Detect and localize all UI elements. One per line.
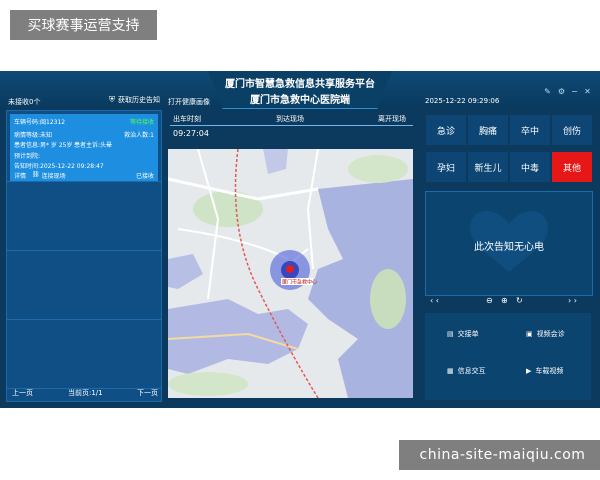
map-canvas: 厦门市急救中心 [168,149,413,398]
next-icon[interactable]: › › [568,296,577,305]
prev-page-button[interactable]: 上一页 [12,388,33,398]
handover-label: 交接单 [457,330,479,338]
leave-label: 离开现场 [378,115,406,123]
prev-icon[interactable]: ‹ ‹ [430,296,439,305]
depart-label: 出车时刻 [173,115,201,123]
zoom-out-icon[interactable]: ⊖ [486,296,493,305]
close-icon[interactable]: ✕ [583,87,592,96]
card-notify-time: 告知时间:2025-12-22 09:28:47 [14,163,104,170]
watermark-bottom: china-site-maiqiu.com [399,440,600,470]
video-consult-button[interactable]: ▣ 视频会诊 [526,329,565,339]
next-page-button[interactable]: 下一页 [137,388,158,398]
datetime: 2025-12-22 09:29:06 [425,97,500,105]
watermark-top: 买球赛事运营支持 [10,10,157,40]
card-severity: 病情等级:未知 [14,132,53,139]
message-icon: ▦ [447,367,454,375]
document-icon: ▤ [447,330,454,338]
health-profile-button[interactable]: 打开健康画像 [168,97,210,107]
shield-icon: ⛨ [109,95,115,104]
card-patient: 患者信息:男* 岁 25岁 [14,142,73,149]
refresh-icon[interactable]: ↻ [516,296,523,305]
card-count: 救治人数:1 [124,132,154,139]
info-exchange-label: 信息交互 [457,367,486,375]
category-button[interactable]: 急诊 [426,115,466,145]
card-received: 已接收 [135,173,154,180]
card-detail-link[interactable]: 详情 [14,171,26,180]
settings-icon[interactable]: ⚙ [557,87,566,96]
category-button[interactable]: 创伤 [552,115,592,145]
status-badge: 等待接收 [129,119,154,126]
connect-scene-button[interactable]: ⛓ 连接现场 [32,171,66,180]
page-subtitle: 厦门市急救中心医院端 [250,95,350,106]
page-indicator: 当前页:1/1 [68,389,103,397]
ecg-panel: 此次告知无心电 [425,191,593,296]
edit-icon[interactable]: ✎ [543,87,552,96]
card-plate: 车辆号码:闽12312 [14,119,66,126]
map-marker-label: 厦门市急救中心 [282,279,317,286]
notification-list: 车辆号码:闽12312 等待接收 病情等级:未知 救治人数:1 患者信息:男* … [6,110,162,402]
handover-button[interactable]: ▤ 交接单 [447,329,479,339]
zoom-in-icon[interactable]: ⊕ [501,296,508,305]
category-button[interactable]: 卒中 [510,115,550,145]
divider [7,250,161,251]
title-box: 厦门市智慧急救信息共享服务平台 厦门市急救中心医院端 [208,71,392,109]
link-icon: ⛓ [32,171,40,178]
category-grid: 急诊 胸痛 卒中 创伤孕妇 新生儿 中毒 其他 [424,111,592,186]
pending-count: 未接收0个 [8,98,41,106]
ecg-controls: ‹ ‹ ⊖ ⊕ ↻ › › [425,296,591,308]
timeline-header: 出车时刻 到达现场 离开现场 [170,111,413,126]
category-button[interactable]: 孕妇 [426,152,466,182]
category-button[interactable]: 胸痛 [468,115,508,145]
card-chief-complaint: 患者主诉:头晕 [74,142,113,149]
category-button[interactable]: 其他 [552,152,592,182]
map-view[interactable]: 厦门市急救中心 [168,149,413,398]
app-window: 厦门市智慧急救信息共享服务平台 厦门市急救中心医院端 未接收0个 ⛨ 获取历史告… [0,71,600,408]
ecg-message: 此次告知无心电 [474,242,544,253]
vehicle-video-label: 车载视频 [535,367,564,375]
history-label: 获取历史告知 [118,96,160,104]
depart-time: 09:27:04 [173,129,209,138]
page-title: 厦门市智慧急救信息共享服务平台 [225,79,375,90]
action-panel: ▤ 交接单 ▣ 视频会诊 ▦ 信息交互 ▶ 车载视频 [425,313,591,400]
history-button[interactable]: ⛨ 获取历史告知 [109,95,160,105]
video-icon: ▣ [526,330,533,338]
category-button[interactable]: 中毒 [510,152,550,182]
header: 厦门市智慧急救信息共享服务平台 厦门市急救中心医院端 未接收0个 ⛨ 获取历史告… [0,71,600,109]
video-consult-label: 视频会诊 [536,330,565,338]
category-button[interactable]: 新生儿 [468,152,508,182]
notification-card[interactable]: 车辆号码:闽12312 等待接收 病情等级:未知 救治人数:1 患者信息:男* … [10,114,158,181]
card-eta: 预计到院: [14,153,41,160]
vehicle-video-button[interactable]: ▶ 车载视频 [526,366,563,376]
connect-scene-label: 连接现场 [41,173,66,180]
divider [7,319,161,320]
info-exchange-button[interactable]: ▦ 信息交互 [447,366,486,376]
arrive-label: 到达现场 [276,115,304,123]
camera-icon: ▶ [526,367,532,375]
divider [7,181,161,182]
minimize-icon[interactable]: − [570,87,579,96]
